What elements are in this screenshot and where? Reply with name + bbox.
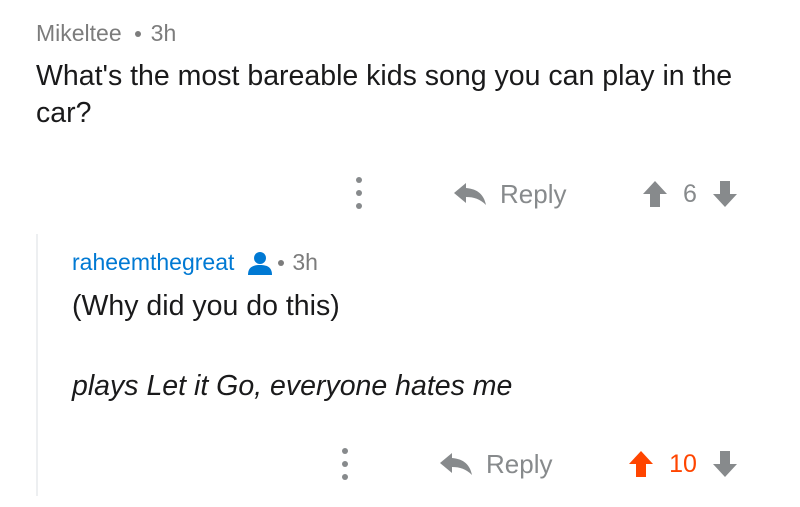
reply-button[interactable]: Reply bbox=[452, 174, 566, 214]
kebab-vertical-icon[interactable] bbox=[342, 448, 348, 480]
vote-score: 6 bbox=[683, 179, 697, 208]
reply-arrow-icon bbox=[454, 183, 486, 205]
vote-controls: 6 bbox=[642, 174, 738, 214]
reply-comment-body-line-1: (Why did you do this) bbox=[72, 290, 340, 322]
upvote-arrow-icon[interactable] bbox=[628, 450, 654, 478]
vote-score: 10 bbox=[669, 449, 697, 478]
separator-dot bbox=[134, 30, 141, 37]
parent-comment-meta: Mikeltee 3h bbox=[36, 20, 176, 47]
user-icon bbox=[248, 251, 273, 275]
kebab-vertical-icon[interactable] bbox=[356, 177, 362, 209]
reply-comment-body-line-2: plays Let it Go, everyone hates me bbox=[72, 370, 513, 402]
reply-comment-age: 3h bbox=[292, 249, 318, 275]
vote-controls: 10 bbox=[628, 444, 738, 484]
reply-comment-actions: Reply 10 bbox=[0, 444, 800, 484]
parent-comment-author[interactable]: Mikeltee bbox=[36, 20, 122, 47]
separator-dot bbox=[278, 259, 285, 266]
parent-comment-actions: Reply 6 bbox=[0, 174, 800, 214]
reply-button-label: Reply bbox=[500, 178, 567, 209]
upvote-arrow-icon[interactable] bbox=[642, 180, 668, 208]
downvote-arrow-icon[interactable] bbox=[712, 180, 738, 208]
reply-button-label: Reply bbox=[486, 448, 553, 479]
reply-arrow-icon bbox=[440, 453, 472, 475]
reply-comment-meta: raheemthegreat 3h bbox=[72, 249, 318, 276]
parent-comment-body: What's the most bareable kids song you c… bbox=[36, 60, 733, 129]
reply-button[interactable]: Reply bbox=[438, 444, 552, 484]
reply-comment-author[interactable]: raheemthegreat bbox=[72, 249, 234, 276]
downvote-arrow-icon[interactable] bbox=[712, 450, 738, 478]
parent-comment-age: 3h bbox=[150, 20, 177, 46]
